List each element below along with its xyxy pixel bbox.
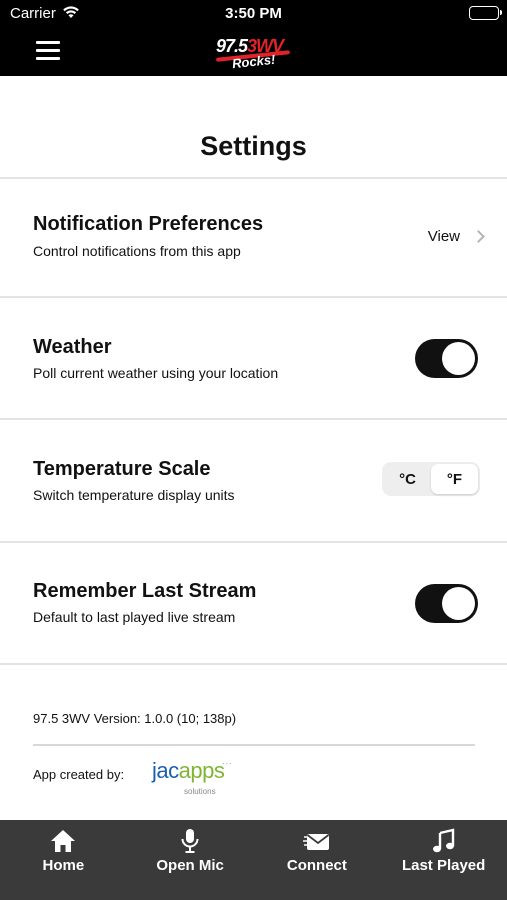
toggle-knob xyxy=(442,342,475,375)
tab-connect[interactable]: Connect xyxy=(254,820,381,900)
divider xyxy=(0,177,507,179)
envelope-icon xyxy=(302,828,331,854)
jacapps-logo-text: jacapps xyxy=(152,758,225,783)
temperature-scale-segmented-control[interactable]: °C °F xyxy=(382,462,480,496)
divider xyxy=(0,541,507,543)
jacapps-logo[interactable]: jacapps ∙∙∙ solutions xyxy=(152,756,242,800)
divider xyxy=(0,296,507,298)
remember-last-stream-subtitle: Default to last played live stream xyxy=(33,609,236,625)
status-bar: Carrier 3:50 PM xyxy=(0,0,507,28)
divider xyxy=(33,744,475,746)
remember-stream-toggle[interactable] xyxy=(415,584,478,623)
temperature-scale-subtitle: Switch temperature display units xyxy=(33,487,235,503)
home-icon xyxy=(49,828,77,854)
weather-subtitle: Poll current weather using your location xyxy=(33,365,279,381)
nav-bar: 97.53WV Rocks! xyxy=(0,28,507,76)
fahrenheit-option[interactable]: °F xyxy=(431,464,478,494)
jacapps-logo-sub: solutions xyxy=(184,787,216,796)
toggle-knob xyxy=(442,587,475,620)
celsius-option[interactable]: °C xyxy=(384,464,431,494)
hamburger-menu-icon[interactable] xyxy=(36,41,60,61)
tab-last-played-label: Last Played xyxy=(401,857,486,874)
microphone-icon xyxy=(176,828,204,854)
weather-title: Weather xyxy=(33,336,112,358)
temperature-scale-title: Temperature Scale xyxy=(33,458,211,480)
divider xyxy=(0,418,507,420)
view-label: View xyxy=(427,228,460,245)
tab-open-mic[interactable]: Open Mic xyxy=(127,820,254,900)
music-note-icon xyxy=(430,828,458,854)
chevron-right-icon xyxy=(472,230,485,243)
remember-last-stream-title: Remember Last Stream xyxy=(33,580,257,602)
notification-view-link[interactable]: View xyxy=(427,228,485,245)
created-by-label: App created by: xyxy=(33,767,125,782)
logo-dots: ∙∙∙ xyxy=(222,758,233,768)
notification-preferences-title: Notification Preferences xyxy=(33,213,264,235)
battery-icon xyxy=(469,6,502,20)
tab-connect-label: Connect xyxy=(286,857,347,874)
divider xyxy=(0,663,507,665)
version-label: 97.5 3WV Version: 1.0.0 (10; 138p) xyxy=(33,711,237,726)
tab-bar: Home Open Mic Connect Last Played xyxy=(0,820,507,900)
page-title: Settings xyxy=(200,131,307,161)
tab-last-played[interactable]: Last Played xyxy=(380,820,507,900)
tab-home-label: Home xyxy=(42,857,85,874)
notification-preferences-subtitle: Control notifications from this app xyxy=(33,243,241,259)
status-time: 3:50 PM xyxy=(225,5,282,22)
tab-open-mic-label: Open Mic xyxy=(156,857,224,874)
tab-home[interactable]: Home xyxy=(0,820,127,900)
station-logo: 97.53WV Rocks! xyxy=(214,30,296,74)
logo-sub: Rocks! xyxy=(231,51,277,72)
weather-toggle[interactable] xyxy=(415,339,478,378)
